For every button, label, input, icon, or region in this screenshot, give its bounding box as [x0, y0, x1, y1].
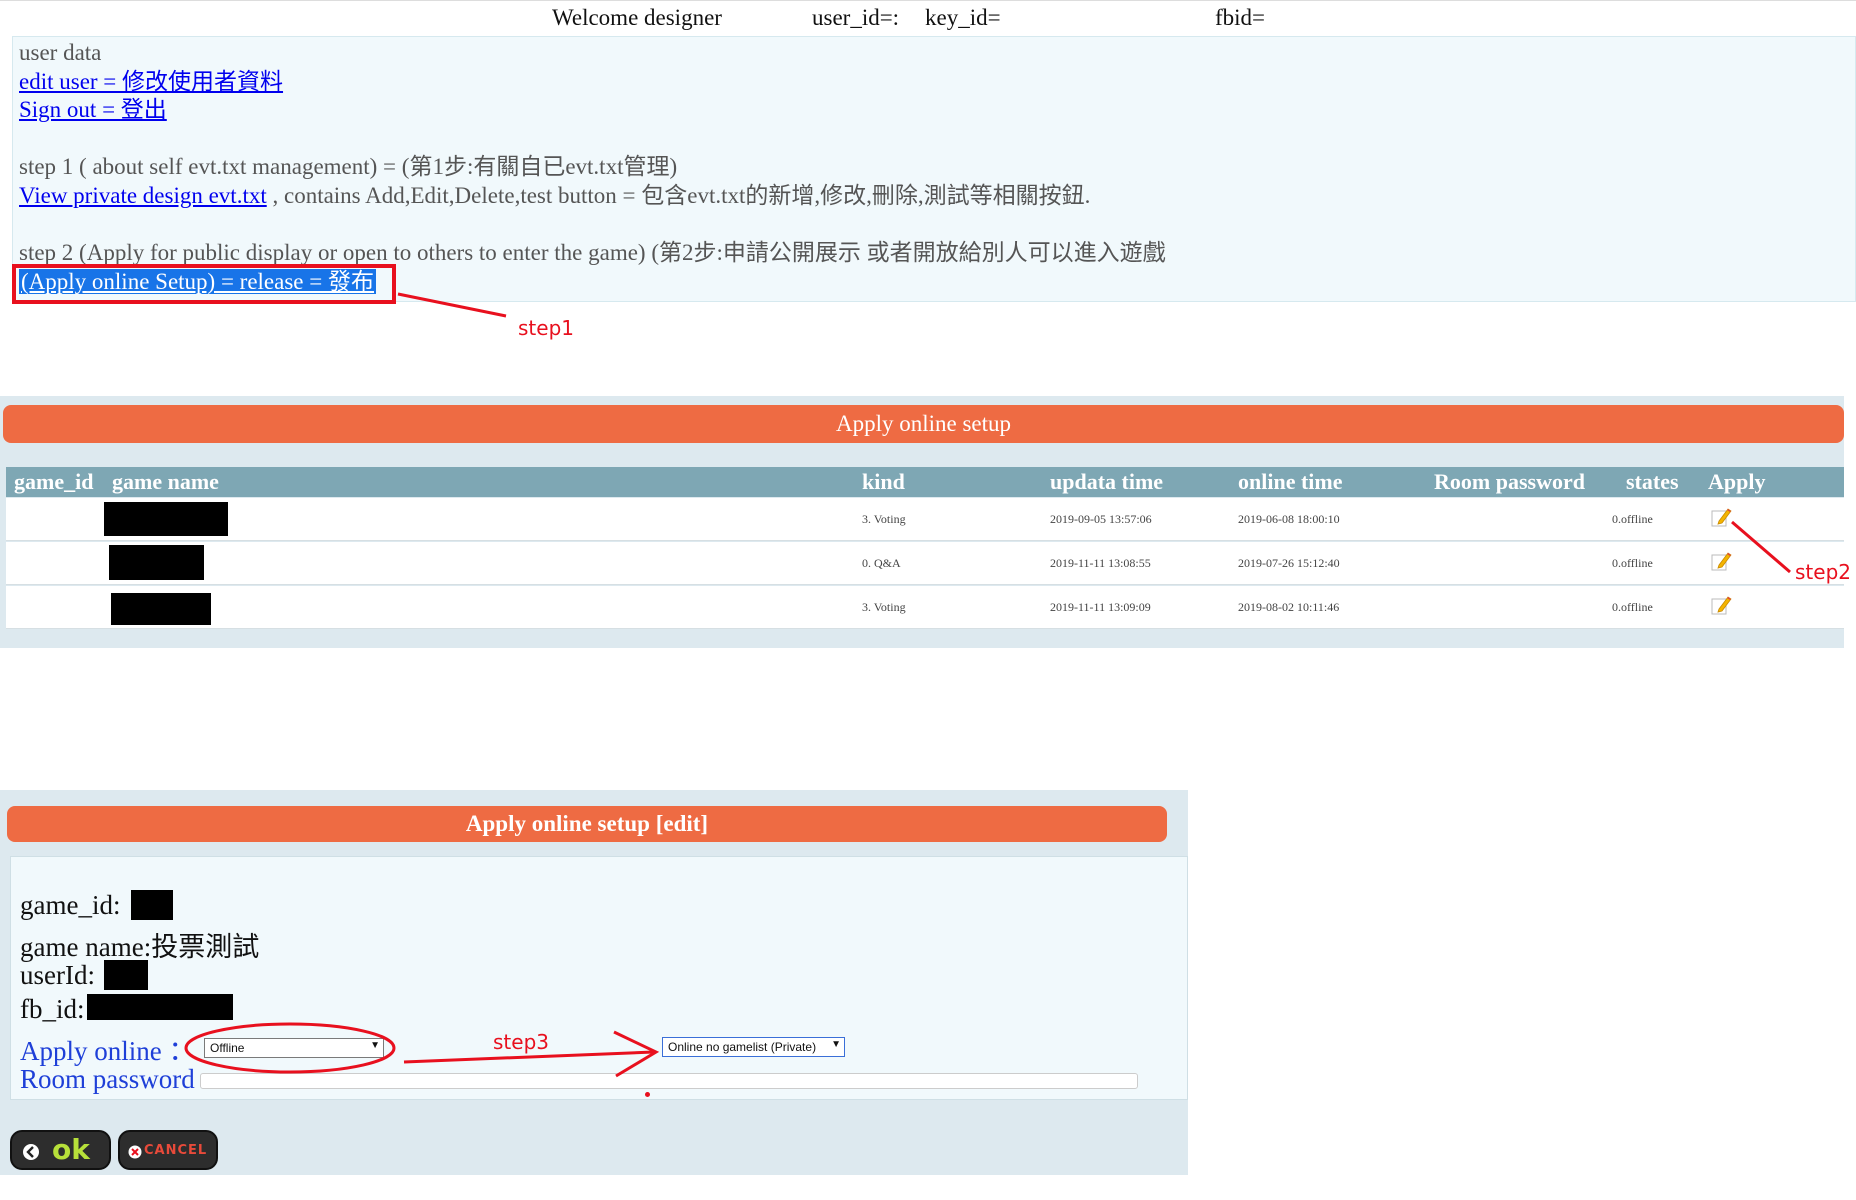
game-id-label: game_id:: [20, 890, 121, 920]
edit-title-bar: Apply online setup [edit]: [7, 806, 1167, 842]
col-game-name: game name: [112, 469, 219, 494]
game-name-label: game name:: [20, 932, 152, 962]
redacted-game-name: [104, 502, 228, 536]
step1-highlight-box: [12, 264, 396, 304]
cell-online-time: 2019-08-02 10:11:46: [1238, 600, 1340, 614]
table-row: 0. Q&A 2019-11-11 13:08:55 2019-07-26 15…: [6, 542, 1844, 585]
col-online-time: online time: [1238, 469, 1343, 494]
cell-kind: 3. Voting: [862, 512, 906, 526]
redacted-game-name: [111, 593, 211, 625]
col-updata-time: updata time: [1050, 469, 1164, 494]
list-title-bar: Apply online setup: [3, 405, 1844, 443]
user-id-text: user_id=:: [812, 5, 900, 30]
key-id-text: key_id=: [925, 5, 1001, 30]
ok-button[interactable]: ok: [10, 1130, 111, 1170]
cell-states: 0.offline: [1612, 512, 1653, 526]
game-name-value: 投票測試: [151, 932, 260, 962]
cell-states: 0.offline: [1612, 556, 1653, 570]
cell-updata-time: 2019-11-11 13:08:55: [1050, 556, 1151, 570]
cancel-button[interactable]: CANCEL: [118, 1130, 218, 1170]
step3-annotation-drawing: [184, 1022, 660, 1078]
step1-text: step 1 ( about self evt.txt management) …: [19, 154, 678, 180]
user-id-label: userId:: [20, 960, 95, 990]
redacted-user-id: [104, 960, 148, 990]
cell-updata-time: 2019-11-11 13:09:09: [1050, 600, 1151, 614]
cell-kind: 0. Q&A: [862, 556, 901, 570]
user-panel: user data edit user = 修改使用者資料 Sign out =…: [12, 36, 1856, 302]
welcome-text: Welcome designer: [552, 5, 722, 30]
col-game-id: game_id: [14, 469, 94, 494]
step1-annotation: step1: [518, 316, 574, 340]
col-states: states: [1626, 469, 1679, 494]
back-chevron-icon: [23, 1144, 39, 1160]
fb-id-label: fb_id:: [20, 994, 85, 1024]
edit-user-link[interactable]: edit user = 修改使用者資料: [19, 69, 283, 94]
redacted-fb-id: [87, 994, 233, 1020]
col-room-password: Room password: [1434, 469, 1585, 494]
cell-kind: 3. Voting: [862, 600, 906, 614]
room-password-label: Room password: [20, 1064, 195, 1094]
redacted-game-name: [109, 545, 204, 580]
apply-online-select-alt[interactable]: Online no gamelist (Private) ▼: [662, 1037, 845, 1057]
user-data-label: user data: [19, 40, 102, 65]
cell-online-time: 2019-06-08 18:00:10: [1238, 512, 1340, 526]
cell-online-time: 2019-07-26 15:12:40: [1238, 556, 1340, 570]
redacted-game-id: [131, 890, 173, 920]
table-header: game_id game name kind updata time onlin…: [6, 467, 1844, 497]
game-name-row: game name:投票測試: [20, 925, 259, 964]
step1-arrow-line: [397, 292, 507, 318]
col-kind: kind: [862, 469, 905, 494]
close-icon: [128, 1145, 142, 1159]
red-dot-mark: [645, 1092, 650, 1097]
table-row: 3. Voting 2019-11-11 13:09:09 2019-08-02…: [6, 586, 1844, 629]
cancel-button-label: CANCEL: [144, 1143, 208, 1158]
step2-arrow-line: [1731, 520, 1791, 574]
edit-pencil-icon[interactable]: [1710, 594, 1732, 616]
step3-annotation: step3: [493, 1030, 549, 1054]
ok-button-label: ok: [52, 1133, 90, 1166]
table-row: 3. Voting 2019-09-05 13:57:06 2019-06-08…: [6, 498, 1844, 541]
apply-online-label: Apply online ：: [20, 1036, 196, 1066]
step2-annotation: step2: [1795, 560, 1851, 584]
fbid-text: fbid=: [1215, 5, 1266, 30]
view-private-design-link[interactable]: View private design evt.txt: [19, 183, 267, 208]
cell-states: 0.offline: [1612, 600, 1653, 614]
top-header: Welcome designer user_id=: key_id= fbid=: [0, 0, 1856, 37]
cell-updata-time: 2019-09-05 13:57:06: [1050, 512, 1152, 526]
sign-out-link[interactable]: Sign out = 登出: [19, 97, 167, 122]
view-private-suffix: , contains Add,Edit,Delete,test button =…: [266, 182, 1091, 208]
col-apply: Apply: [1708, 469, 1766, 494]
